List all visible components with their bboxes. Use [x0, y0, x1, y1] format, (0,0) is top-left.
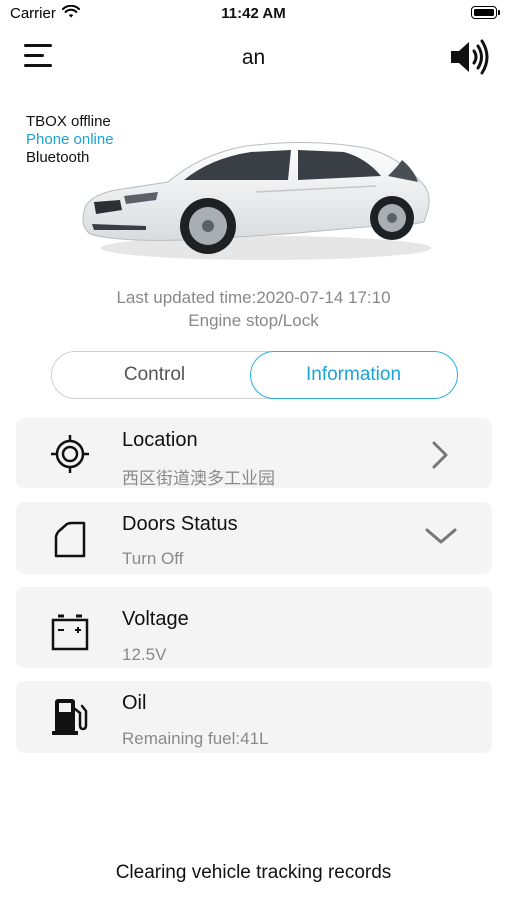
engine-state: Engine stop/Lock [188, 311, 319, 330]
chevron-right-icon[interactable] [430, 440, 450, 470]
tbox-status: TBOX offline [26, 113, 111, 130]
doors-status-title: Doors Status [122, 513, 238, 535]
oil-value: Remaining fuel:41L [122, 729, 269, 748]
doors-status-card[interactable]: Doors Status Turn Off [16, 502, 492, 574]
fuel-pump-icon [52, 699, 88, 735]
clock: 11:42 AM [221, 5, 286, 22]
tab-control[interactable]: Control [52, 352, 257, 397]
voltage-value: 12.5V [122, 645, 167, 664]
location-title: Location [122, 429, 198, 451]
oil-title: Oil [122, 692, 147, 714]
page-title: an [241, 46, 266, 69]
door-icon [54, 521, 86, 558]
voltage-title: Voltage [122, 608, 189, 630]
location-target-icon [51, 435, 89, 473]
voltage-card: Voltage 12.5V [16, 587, 492, 668]
car-image [82, 141, 431, 260]
location-value: 西区街道澳多工业园 [122, 469, 275, 488]
battery-icon [51, 614, 89, 651]
location-card[interactable]: Location 西区街道澳多工业园 [16, 418, 492, 488]
speaker-icon[interactable] [448, 38, 492, 76]
segmented-control: Control Information [51, 350, 458, 399]
oil-card: Oil Remaining fuel:41L [16, 681, 492, 753]
doors-status-value: Turn Off [122, 549, 184, 568]
clear-tracking-records-button[interactable]: Clearing vehicle tracking records [0, 862, 507, 884]
status-bar: Carrier 11:42 AM [0, 0, 507, 28]
battery-icon [471, 6, 500, 19]
last-updated-time: Last updated time:2020-07-14 17:10 [116, 288, 391, 307]
tab-information[interactable]: Information [249, 350, 458, 399]
chevron-down-icon[interactable] [424, 526, 458, 546]
